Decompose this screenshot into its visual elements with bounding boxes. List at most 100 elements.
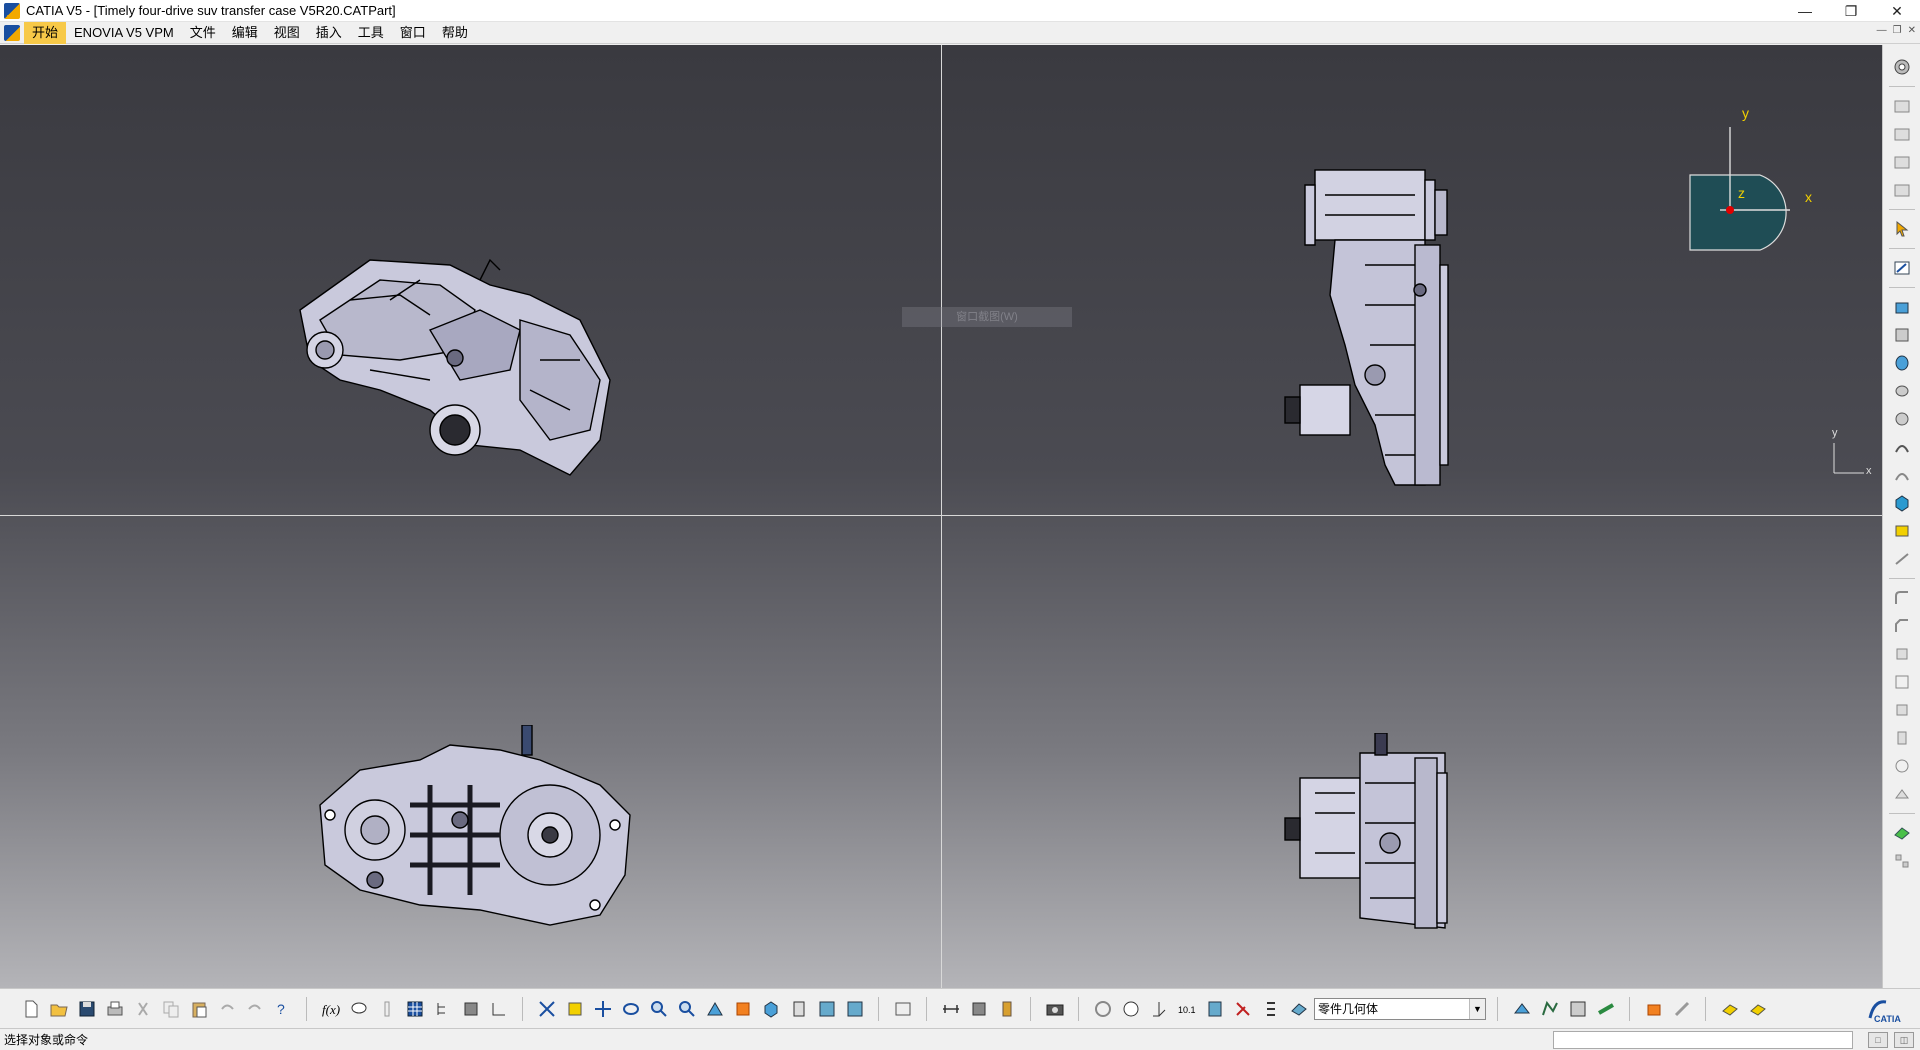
whats-this-icon[interactable]: ? [270, 996, 295, 1021]
loft-icon[interactable] [1890, 547, 1914, 571]
texture-icon[interactable] [1565, 996, 1590, 1021]
feature-1-icon[interactable] [1890, 94, 1914, 118]
knowledge-icon[interactable] [346, 996, 371, 1021]
compass-graphic[interactable] [1680, 105, 1840, 265]
formula-icon[interactable]: f(x) [318, 996, 343, 1021]
view-side[interactable] [1275, 165, 1475, 495]
grid-icon[interactable] [402, 996, 427, 1021]
document-icon[interactable] [4, 24, 20, 41]
select-icon[interactable] [1890, 217, 1914, 241]
shaft-icon[interactable] [1890, 351, 1914, 375]
slot-icon[interactable] [1890, 463, 1914, 487]
layers-icon[interactable] [1669, 996, 1694, 1021]
boolean-icon[interactable] [1890, 782, 1914, 806]
zoom-out-icon[interactable] [646, 996, 671, 1021]
pad-icon[interactable] [1890, 295, 1914, 319]
thermometer-icon[interactable] [374, 996, 399, 1021]
doc-minimize-button[interactable]: — [1877, 25, 1887, 36]
menu-enovia[interactable]: ENOVIA V5 VPM [66, 22, 182, 44]
filter-icon[interactable] [1717, 996, 1742, 1021]
3d-viewport[interactable]: 窗口截图(W) y z x y x [0, 45, 1882, 988]
split-icon[interactable] [1890, 754, 1914, 778]
chevron-down-icon[interactable]: ▼ [1469, 998, 1485, 1019]
shading-icon[interactable] [702, 996, 727, 1021]
chamfer-icon[interactable] [1890, 614, 1914, 638]
menu-start[interactable]: 开始 [24, 21, 67, 44]
filter-settings-icon[interactable] [1745, 996, 1770, 1021]
minimize-button[interactable]: — [1782, 0, 1828, 22]
fillet-icon[interactable] [1890, 586, 1914, 610]
thread-icon[interactable] [1890, 726, 1914, 750]
draft-icon[interactable] [1202, 996, 1227, 1021]
part-body-selector[interactable]: 零件几何体 ▼ [1314, 997, 1486, 1020]
ruler-icon[interactable] [1641, 996, 1666, 1021]
menu-help[interactable]: 帮助 [434, 22, 476, 44]
render-style-icon[interactable] [786, 996, 811, 1021]
draft-angle-icon[interactable] [1890, 642, 1914, 666]
zoom-in-icon[interactable] [618, 996, 643, 1021]
shell-icon[interactable] [1890, 670, 1914, 694]
status-button-1[interactable]: □ [1868, 1032, 1888, 1048]
part-body-icon[interactable] [1258, 996, 1283, 1021]
axis-system-icon[interactable] [1118, 996, 1143, 1021]
gear-icon[interactable] [1890, 55, 1914, 79]
save-icon[interactable] [74, 996, 99, 1021]
catia-app-icon[interactable] [4, 2, 20, 19]
pen-icon[interactable] [1593, 996, 1618, 1021]
measure-between-icon[interactable] [890, 996, 915, 1021]
update-icon[interactable] [1042, 996, 1067, 1021]
material-icon[interactable] [1509, 996, 1534, 1021]
dimension-icon[interactable] [1146, 996, 1171, 1021]
print-icon[interactable] [102, 996, 127, 1021]
menu-file[interactable]: 文件 [182, 22, 224, 44]
iso-view-icon[interactable] [758, 996, 783, 1021]
close-button[interactable]: ✕ [1874, 0, 1920, 22]
view-front[interactable] [300, 725, 640, 940]
open-icon[interactable] [46, 996, 71, 1021]
status-button-2[interactable]: ◫ [1894, 1032, 1914, 1048]
paste-icon[interactable] [186, 996, 211, 1021]
menu-view[interactable]: 视图 [266, 22, 308, 44]
hole-icon[interactable] [1890, 407, 1914, 431]
copy-icon[interactable] [158, 996, 183, 1021]
menu-insert[interactable]: 插入 [308, 22, 350, 44]
constraint-icon[interactable]: 10.1 [1174, 996, 1199, 1021]
swap-visible-icon[interactable] [842, 996, 867, 1021]
tree-icon[interactable] [430, 996, 455, 1021]
menu-window[interactable]: 窗口 [392, 22, 434, 44]
doc-restore-button[interactable]: ❐ [1893, 25, 1902, 36]
view-top[interactable] [1275, 733, 1475, 938]
rotate-icon[interactable] [590, 996, 615, 1021]
pattern-icon[interactable] [1890, 849, 1914, 873]
sketch-analysis-icon[interactable] [458, 996, 483, 1021]
compass-widget[interactable]: y z x [1680, 105, 1840, 265]
view-isometric[interactable] [280, 240, 630, 490]
capture-icon[interactable] [994, 996, 1019, 1021]
3d-compass-icon[interactable] [486, 996, 511, 1021]
menu-edit[interactable]: 编辑 [224, 22, 266, 44]
new-icon[interactable] [18, 996, 43, 1021]
pocket-icon[interactable] [1890, 323, 1914, 347]
solid-icon[interactable] [1890, 491, 1914, 515]
normal-view-icon[interactable] [674, 996, 699, 1021]
undo-icon[interactable] [214, 996, 239, 1021]
list-icon[interactable] [1230, 996, 1255, 1021]
restore-button[interactable]: ❐ [1828, 0, 1874, 22]
measure-icon[interactable] [1890, 821, 1914, 845]
parameter-icon[interactable] [1090, 996, 1115, 1021]
stiffener-icon[interactable] [1890, 519, 1914, 543]
power-input-field[interactable] [1553, 1031, 1853, 1049]
doc-close-button[interactable]: ✕ [1908, 25, 1916, 36]
hide-show-icon[interactable] [814, 996, 839, 1021]
redo-icon[interactable] [242, 996, 267, 1021]
cut-icon[interactable] [130, 996, 155, 1021]
feature-3-icon[interactable] [1890, 150, 1914, 174]
groove-icon[interactable] [1890, 379, 1914, 403]
fit-all-icon[interactable] [534, 996, 559, 1021]
sketcher-icon[interactable] [1890, 256, 1914, 280]
apply-material-icon[interactable] [1537, 996, 1562, 1021]
thickness-icon[interactable] [1890, 698, 1914, 722]
feature-4-icon[interactable] [1890, 178, 1914, 202]
rib-icon[interactable] [1890, 435, 1914, 459]
multi-view-icon[interactable] [730, 996, 755, 1021]
